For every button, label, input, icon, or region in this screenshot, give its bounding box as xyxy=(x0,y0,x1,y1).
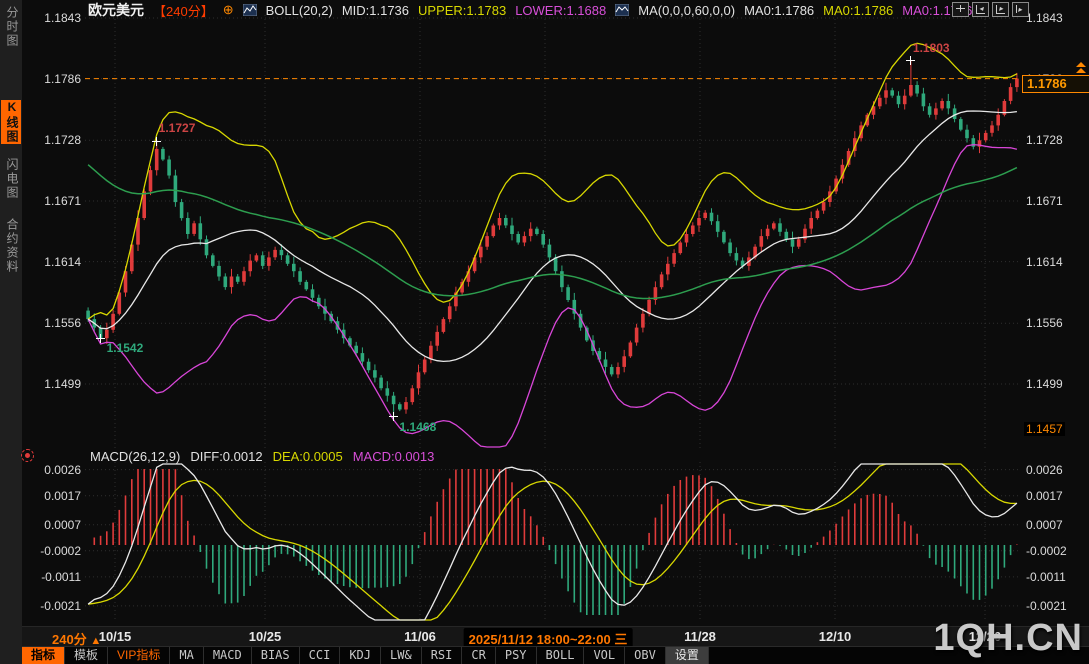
macd-diff-value: DIFF:0.0012 xyxy=(190,449,262,464)
toolbar-tab-指标[interactable]: 指标 xyxy=(22,647,65,664)
toolbar-tab-CR[interactable]: CR xyxy=(462,647,495,664)
sidebar-tab-4[interactable]: 合约资料 xyxy=(1,218,21,274)
watermark: 1QH.CN xyxy=(933,617,1083,660)
trading-app-window: 分时图 K线图闪电图合约资料 欧元美元 【240分】 ⊕ BOLL(20,2) M… xyxy=(0,0,1089,664)
ma-label: MA(0,0,0,60,0,0) xyxy=(638,3,735,18)
macd-name: MACD(26,12,9) xyxy=(90,449,180,464)
time-tick-12/10: 12/10 xyxy=(819,629,852,644)
extreme-cross-marker xyxy=(152,137,161,146)
price-axis-label: 1.1843 xyxy=(1026,11,1063,25)
chart-tool-icons: ◂ ▸ ▸ xyxy=(952,2,1029,17)
boll-mid-value: MID:1.1736 xyxy=(342,3,409,18)
extreme-cross-marker xyxy=(96,334,105,343)
macd-header: MACD(26,12,9) DIFF:0.0012 DEA:0.0005 MAC… xyxy=(90,449,434,464)
extreme-cross-marker xyxy=(389,412,398,421)
toolbar-tab-MA[interactable]: MA xyxy=(170,647,203,664)
price-axis-label: 1.1556 xyxy=(44,316,81,330)
macd-axis-label: 0.0007 xyxy=(1026,518,1063,532)
indicator-toolbar: 指标模板VIP指标MAMACDBIASCCIKDJLW&RSICRPSYBOLL… xyxy=(22,646,1089,664)
time-tick-11/28: 11/28 xyxy=(684,629,716,644)
sidebar-tab-1[interactable]: 分时图 xyxy=(1,6,21,48)
price-axis-label: 1.1614 xyxy=(44,255,81,269)
alert-sun-icon[interactable] xyxy=(21,449,34,462)
toolbar-tab-VIP指标[interactable]: VIP指标 xyxy=(108,647,170,664)
price-up-arrow-icon xyxy=(1076,62,1086,74)
extreme-price-label: 1.1727 xyxy=(159,121,196,135)
price-axis-label: 1.1786 xyxy=(44,72,81,86)
macd-axis-label: 0.0017 xyxy=(44,489,81,503)
extreme-cross-marker xyxy=(906,56,915,65)
price-axis-label: 1.1499 xyxy=(1026,377,1063,391)
price-axis-label: 1.1728 xyxy=(44,133,81,147)
symbol-title: 欧元美元 xyxy=(88,0,144,20)
macd-axis-label: -0.0011 xyxy=(1026,570,1066,584)
ma-value-2: MA0:1.1786 xyxy=(823,3,893,18)
price-axis-label: 1.1556 xyxy=(1026,316,1063,330)
toolbar-tab-CCI[interactable]: CCI xyxy=(300,647,341,664)
crosshair-tool-icon[interactable] xyxy=(952,2,969,17)
macd-axis-label: 0.0007 xyxy=(44,518,81,532)
macd-axis-label: -0.0021 xyxy=(1026,599,1067,613)
chart-header: 欧元美元 【240分】 ⊕ BOLL(20,2) MID:1.1736 UPPE… xyxy=(88,2,972,18)
extreme-price-label: 1.1803 xyxy=(913,41,950,55)
extreme-price-label: 1.1542 xyxy=(107,341,144,355)
current-price-tag: 1.1786 xyxy=(1022,75,1089,93)
toolbar-tab-KDJ[interactable]: KDJ xyxy=(340,647,381,664)
toolbar-tab-OBV[interactable]: OBV xyxy=(625,647,666,664)
time-axis: 240分 ▲ 2025/11/12 18:00~22:00 三 10/1510/… xyxy=(22,626,1089,647)
extreme-price-label: 1.1468 xyxy=(400,420,437,434)
left-price-axis: 1.1843 1.1786 1.1728 1.1671 1.1614 1.1556 1.14… xyxy=(22,0,84,664)
time-tick-11/06: 11/06 xyxy=(404,629,436,644)
zoom-out-axis-icon[interactable]: ▸ xyxy=(992,2,1009,17)
main-price-chart[interactable] xyxy=(85,15,1020,448)
range-low-label: 1.1457 xyxy=(1024,422,1065,436)
right-price-axis: 1.1843 1.1786 1.1728 1.1671 1.1614 1.1556 1.14… xyxy=(1022,0,1089,664)
boll-indicator-icon xyxy=(243,4,257,16)
macd-axis-label: 0.0026 xyxy=(1026,463,1063,477)
toolbar-tab-设置[interactable]: 设置 xyxy=(666,647,709,664)
macd-axis-label: -0.0011 xyxy=(41,570,81,584)
time-tick-10/25: 10/25 xyxy=(249,629,282,644)
macd-axis-label: 0.0017 xyxy=(1026,489,1063,503)
toolbar-tab-PSY[interactable]: PSY xyxy=(496,647,537,664)
time-tick-10/15: 10/15 xyxy=(99,629,132,644)
toolbar-tab-BIAS[interactable]: BIAS xyxy=(252,647,300,664)
macd-axis-label: -0.0002 xyxy=(1026,544,1067,558)
toolbar-tab-LW&[interactable]: LW& xyxy=(381,647,422,664)
price-axis-label: 1.1728 xyxy=(1026,133,1063,147)
toolbar-tab-BOLL[interactable]: BOLL xyxy=(537,647,585,664)
toolbar-tab-RSI[interactable]: RSI xyxy=(422,647,463,664)
price-axis-label: 1.1843 xyxy=(44,11,81,25)
macd-panel-chart[interactable] xyxy=(85,462,1020,622)
macd-macd-value: MACD:0.0013 xyxy=(353,449,435,464)
macd-axis-label: -0.0002 xyxy=(40,544,81,558)
ma-value-1: MA0:1.1786 xyxy=(744,3,814,18)
ma-indicator-icon xyxy=(615,4,629,16)
add-indicator-icon[interactable]: ⊕ xyxy=(223,2,234,18)
macd-axis-label: 0.0026 xyxy=(44,463,81,477)
toolbar-tab-MACD[interactable]: MACD xyxy=(204,647,252,664)
left-sidebar: 分时图 K线图闪电图合约资料 xyxy=(0,0,22,664)
macd-axis-label: -0.0021 xyxy=(40,599,81,613)
pan-right-icon[interactable]: ▸ xyxy=(1012,2,1029,17)
period-label: 【240分】 xyxy=(153,1,214,20)
macd-dea-value: DEA:0.0005 xyxy=(273,449,343,464)
sidebar-tab-3[interactable]: 闪电图 xyxy=(1,158,21,200)
zoom-in-axis-icon[interactable]: ◂ xyxy=(972,2,989,17)
price-axis-label: 1.1671 xyxy=(44,194,81,208)
boll-label: BOLL(20,2) xyxy=(266,3,333,18)
price-axis-label: 1.1671 xyxy=(1026,194,1063,208)
toolbar-tab-VOL[interactable]: VOL xyxy=(584,647,625,664)
boll-upper-value: UPPER:1.1783 xyxy=(418,3,506,18)
ma-values: MA0:1.1786MA0:1.1786MA0:1.1786 xyxy=(744,3,972,18)
toolbar-tab-模板[interactable]: 模板 xyxy=(65,647,108,664)
boll-lower-value: LOWER:1.1688 xyxy=(515,3,606,18)
price-axis-label: 1.1499 xyxy=(44,377,81,391)
price-axis-label: 1.1614 xyxy=(1026,255,1063,269)
sidebar-tab-2[interactable]: K线图 xyxy=(1,100,21,144)
